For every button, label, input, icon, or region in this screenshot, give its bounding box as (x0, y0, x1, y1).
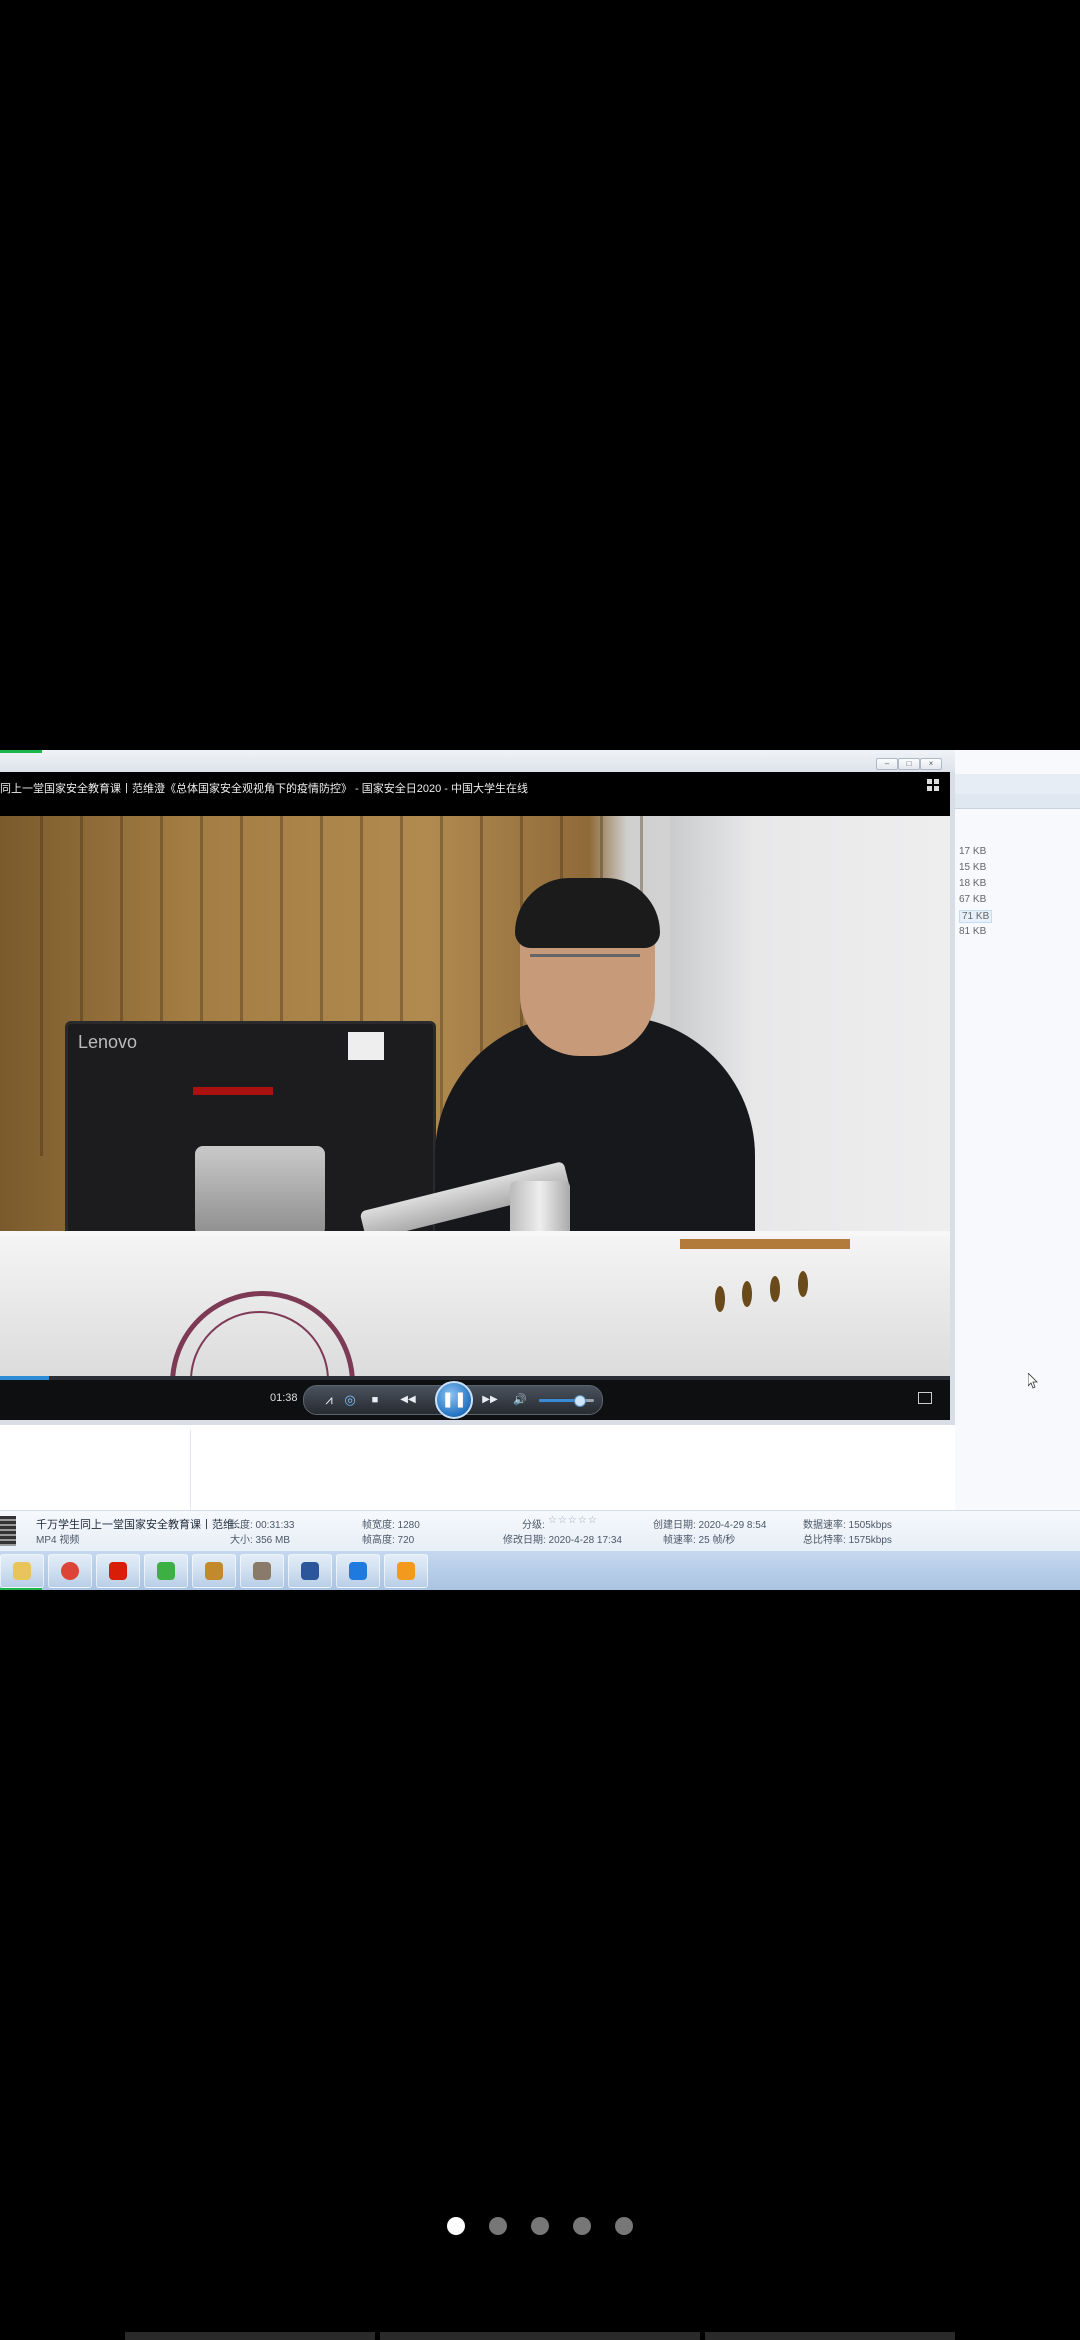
qr-code (348, 1032, 384, 1060)
data-rate: 数据速率: 1505kbps (803, 1520, 892, 1531)
file-size-selected[interactable]: 71 KB (959, 910, 993, 923)
volume-icon[interactable]: 🔊 (511, 1393, 529, 1407)
mouse-cursor-icon (1028, 1373, 1038, 1389)
desktop-screenshot: 17 KB 15 KB 18 KB 67 KB 71 KB 81 KB – □ … (0, 750, 1080, 1590)
modified-date: 修改日期: 2020-4-28 17:34 (503, 1535, 622, 1546)
file-name: 千万学生同上一堂国家安全教育课丨范维... (36, 1519, 244, 1531)
rewind-icon[interactable]: ◀◀ (396, 1393, 420, 1407)
volume-fill (539, 1399, 579, 1402)
focus-indicator (0, 750, 42, 753)
loop-icon[interactable]: ◎ (341, 1393, 359, 1407)
page-dot-active[interactable] (447, 2217, 465, 2235)
file-size: 15 KB (959, 862, 987, 873)
control-pill: ⩘ ◎ ■ ◀◀ ❚❚ ▶▶ 🔊 (303, 1381, 603, 1419)
close-button[interactable]: × (920, 758, 942, 770)
taskbar-media-player[interactable] (384, 1554, 428, 1588)
image-pager (0, 2215, 1080, 2237)
created-date: 创建日期: 2020-4-29 8:54 (653, 1520, 767, 1531)
minimize-button[interactable]: – (876, 758, 898, 770)
pause-button[interactable]: ❚❚ (435, 1381, 473, 1419)
wallet-icon (253, 1562, 271, 1580)
fast-forward-icon[interactable]: ▶▶ (478, 1393, 502, 1407)
taskbar-chrome[interactable] (48, 1554, 92, 1588)
window-frame-top (0, 750, 955, 772)
file-size: 大小: 356 MB (230, 1535, 291, 1546)
fullscreen-icon[interactable] (918, 1392, 932, 1404)
taskbar-netease-music[interactable] (96, 1554, 140, 1588)
file-size: 18 KB (959, 878, 987, 889)
page-dot[interactable] (573, 2217, 591, 2235)
rating-label: 分级: (522, 1520, 545, 1531)
frame-height: 帧高度: 720 (362, 1535, 415, 1546)
taskbar (0, 1550, 1080, 1590)
game-icon (205, 1562, 223, 1580)
current-time: 01:38 (270, 1392, 298, 1404)
taskbar-wallet[interactable] (240, 1554, 284, 1588)
file-size: 17 KB (959, 846, 987, 857)
explorer-toolbar (955, 774, 1080, 795)
glasses (530, 954, 640, 979)
taskbar-word[interactable] (288, 1554, 332, 1588)
taskbar-game[interactable] (192, 1554, 236, 1588)
volume-knob[interactable] (573, 1395, 586, 1407)
grid-icon[interactable] (926, 778, 940, 792)
page-dot[interactable] (489, 2217, 507, 2235)
chrome-icon (61, 1562, 79, 1580)
monitor-brand-text: Lenovo (78, 1032, 138, 1052)
file-type: MP4 视频 (36, 1535, 80, 1546)
explorer-icon (13, 1562, 31, 1580)
total-bitrate: 总比特率: 1575kbps (803, 1535, 892, 1546)
taskbar-explorer[interactable] (0, 1554, 44, 1588)
rating-stars[interactable]: ☆☆☆☆☆ (548, 1515, 598, 1526)
player-controls: 01:38 ⩘ ◎ ■ ◀◀ ❚❚ ▶▶ 🔊 (0, 1380, 950, 1420)
video-frame[interactable]: Lenovo (0, 816, 950, 1376)
file-size: 81 KB (959, 926, 987, 937)
file-length: 长度: 00:31:33 (230, 1520, 295, 1531)
stop-icon[interactable]: ■ (366, 1393, 384, 1407)
details-pane: 千万学生同上一堂国家安全教育课丨范维... MP4 视频 长度: 00:31:3… (0, 1510, 1080, 1551)
video-title: 同上一堂国家安全教育课丨范维澄《总体国家安全观视角下的疫情防控》 - 国家安全日… (0, 783, 529, 795)
taskbar-tencent-meeting[interactable] (336, 1554, 380, 1588)
frame-rate: 帧速率: 25 帧/秒 (663, 1535, 736, 1546)
podium (0, 1236, 950, 1376)
maximize-button[interactable]: □ (898, 758, 920, 770)
player-title-bar: 同上一堂国家安全教育课丨范维澄《总体国家安全观视角下的疫情防控》 - 国家安全日… (0, 772, 950, 816)
media-player-icon (397, 1562, 415, 1580)
page-dot[interactable] (615, 2217, 633, 2235)
explorer-file-list: 17 KB 15 KB 18 KB 67 KB 71 KB 81 KB (955, 750, 1080, 1540)
taskbar-refresh-app[interactable] (144, 1554, 188, 1588)
frame-width: 帧宽度: 1280 (362, 1520, 420, 1531)
word-icon (301, 1562, 319, 1580)
file-size: 67 KB (959, 894, 987, 905)
netease-music-icon (109, 1562, 127, 1580)
tencent-meeting-icon (349, 1562, 367, 1580)
explorer-column-header (955, 794, 1080, 809)
bottom-bar (0, 2332, 1080, 2340)
mini-mode-icon[interactable]: ⩘ (320, 1393, 338, 1407)
refresh-app-icon (157, 1562, 175, 1580)
page-dot[interactable] (531, 2217, 549, 2235)
file-thumbnail (0, 1516, 16, 1546)
monitor-stand (195, 1146, 325, 1236)
video-player-window: – □ × 同上一堂国家安全教育课丨范维澄《总体国家安全观视角下的疫情防控》 -… (0, 750, 955, 1425)
